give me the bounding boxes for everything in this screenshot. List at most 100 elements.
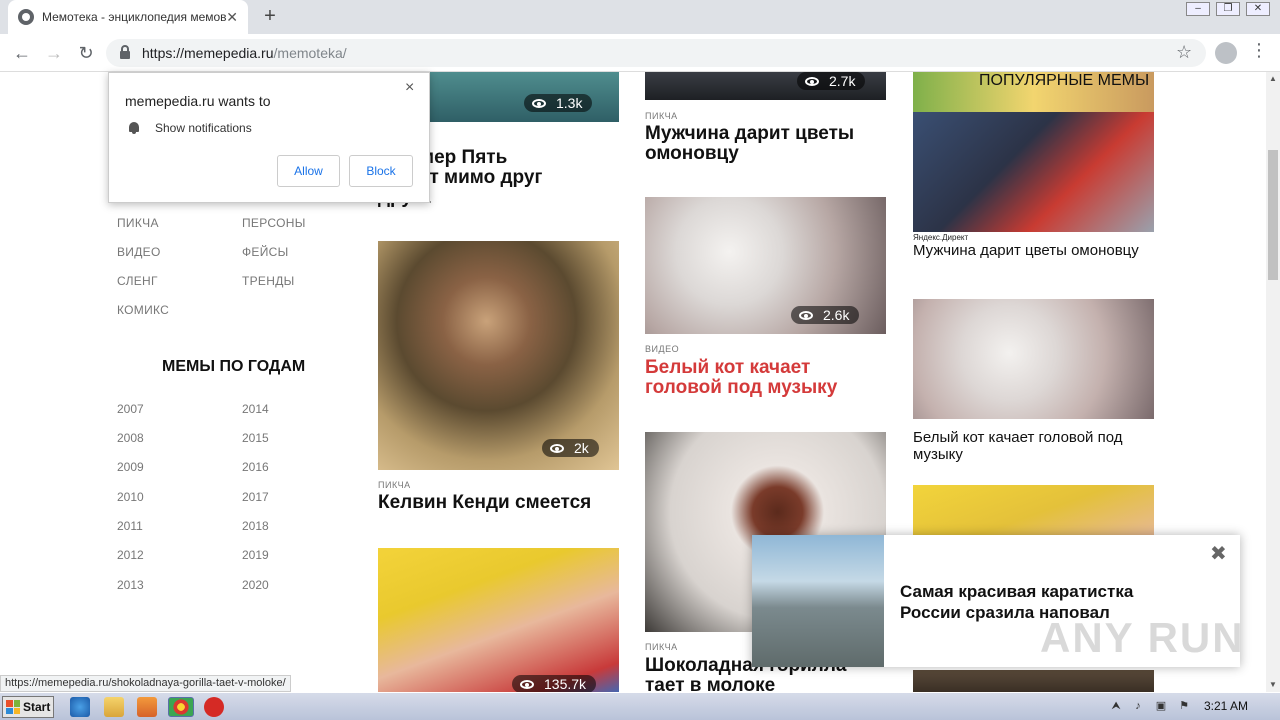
year-link[interactable]: 2019	[242, 548, 269, 562]
scroll-down-arrow-icon[interactable]: ▼	[1266, 678, 1280, 692]
popular-banner-image[interactable]: ПОПУЛЯРНЫЕ МЕМЫ	[913, 72, 1154, 112]
tab-strip: Мемотека - энциклопедия мемов ✕ + – ❐ ✕	[0, 0, 1280, 34]
opera-icon[interactable]	[204, 697, 224, 717]
status-bar-url: https://memepedia.ru/shokoladnaya-gorill…	[0, 675, 291, 692]
years-section-title: МЕМЫ ПО ГОДАМ	[162, 358, 306, 375]
meme-title[interactable]: Келвин Кенди смеется	[378, 493, 619, 513]
anyrun-watermark: ANY RUN	[1040, 614, 1245, 661]
folder-icon[interactable]	[104, 697, 124, 717]
year-link[interactable]: 2011	[117, 519, 143, 533]
meme-thumbnail[interactable]: 2.7k	[645, 72, 886, 100]
maximize-button[interactable]: ❐	[1216, 2, 1240, 16]
views-badge: 135.7k	[512, 675, 597, 692]
volume-icon[interactable]: ♪	[1132, 700, 1144, 712]
ie-icon[interactable]	[70, 697, 90, 717]
meme-thumbnail[interactable]	[913, 670, 1154, 692]
year-link[interactable]: 2014	[242, 402, 269, 416]
url-path: /memoteka/	[273, 45, 347, 61]
views-badge: 2.6k	[791, 306, 860, 324]
scroll-up-arrow-icon[interactable]: ▲	[1266, 72, 1280, 86]
eye-icon	[520, 679, 534, 689]
browser-tab[interactable]: Мемотека - энциклопедия мемов ✕	[8, 0, 248, 34]
permission-message: Show notifications	[155, 121, 252, 135]
forward-arrow-icon[interactable]: →	[42, 41, 66, 65]
chrome-icon[interactable]	[168, 697, 194, 717]
new-tab-button[interactable]: +	[258, 4, 282, 28]
windows-logo-icon	[6, 700, 20, 714]
year-link[interactable]: 2016	[242, 460, 269, 474]
page-scrollbar[interactable]: ▲ ▼	[1266, 72, 1280, 692]
media-player-icon[interactable]	[137, 697, 157, 717]
flag-icon[interactable]: ⚑	[1178, 700, 1190, 712]
sidebar-link-slang[interactable]: СЛЕНГ	[117, 274, 158, 288]
tray-expand-icon[interactable]: ⮝	[1110, 700, 1122, 712]
address-bar[interactable]: https://memepedia.ru/memoteka/	[106, 39, 1206, 67]
tab-close-icon[interactable]: ✕	[226, 9, 238, 26]
yandex-direct-label: Яндекс.Директ	[913, 233, 969, 242]
meme-thumbnail[interactable]: 135.7k	[378, 548, 619, 692]
views-badge: 2k	[542, 439, 599, 457]
year-link[interactable]: 2012	[117, 548, 144, 562]
year-link[interactable]: 2007	[117, 402, 144, 416]
start-button[interactable]: Start	[2, 696, 54, 718]
profile-avatar[interactable]	[1215, 42, 1237, 64]
window-controls: – ❐ ✕	[1186, 2, 1270, 16]
taskbar-clock[interactable]: 3:21 AM	[1204, 699, 1248, 713]
eye-icon	[799, 310, 813, 320]
meme-thumbnail[interactable]: 2k	[378, 241, 619, 470]
menu-kebab-icon[interactable]: ⋮	[1250, 40, 1268, 61]
eye-icon	[532, 98, 546, 108]
browser-toolbar: ← → ↻ https://memepedia.ru/memoteka/ ☆ ⋮	[0, 34, 1280, 72]
meme-category[interactable]: ПИКЧА	[378, 480, 411, 490]
sidebar-link-comics[interactable]: КОМИКС	[117, 303, 169, 317]
views-badge: 1.3k	[524, 94, 593, 112]
year-link[interactable]: 2009	[117, 460, 144, 474]
meme-category[interactable]: ПИКЧА	[645, 111, 678, 121]
year-link[interactable]: 2013	[117, 578, 144, 592]
sidebar-link-persons[interactable]: ПЕРСОНЫ	[242, 216, 306, 230]
sidebar-link-faces[interactable]: ФЕЙСЫ	[242, 245, 289, 259]
meme-category[interactable]: ПИКЧА	[645, 642, 678, 652]
year-link[interactable]: 2010	[117, 490, 144, 504]
ad-close-icon[interactable]: ✖	[1210, 541, 1227, 566]
bookmark-star-icon[interactable]: ☆	[1176, 42, 1192, 63]
year-link[interactable]: 2020	[242, 578, 269, 592]
eye-icon	[550, 443, 564, 453]
windows-taskbar: Start ⮝ ♪ ▣ ⚑ 3:21 AM	[0, 692, 1280, 720]
year-link[interactable]: 2017	[242, 490, 269, 504]
bell-icon	[129, 122, 139, 134]
views-badge: 2.7k	[797, 72, 866, 90]
scroll-thumb[interactable]	[1268, 150, 1278, 280]
site-favicon-icon	[18, 9, 34, 25]
tab-title: Мемотека - энциклопедия мемов	[42, 10, 227, 24]
minimize-button[interactable]: –	[1186, 2, 1210, 16]
popular-memes-label: ПОПУЛЯРНЫЕ МЕМЫ	[979, 72, 1150, 89]
url-host: https://memepedia.ru	[142, 45, 274, 61]
lock-icon	[120, 45, 130, 59]
network-icon[interactable]: ▣	[1155, 700, 1167, 712]
back-arrow-icon[interactable]: ←	[10, 41, 34, 65]
year-link[interactable]: 2018	[242, 519, 269, 533]
meme-thumbnail[interactable]	[913, 112, 1154, 232]
meme-title[interactable]: Белый кот качает головой под музыку	[645, 358, 886, 398]
popular-meme-title[interactable]: Белый кот качает головой под музыку	[913, 429, 1154, 463]
meme-thumbnail[interactable]	[913, 299, 1154, 419]
reload-icon[interactable]: ↻	[74, 41, 98, 65]
close-icon[interactable]: ×	[405, 79, 414, 97]
block-button[interactable]: Block	[349, 155, 413, 187]
sidebar-link-picture[interactable]: ПИКЧА	[117, 216, 159, 230]
eye-icon	[805, 76, 819, 86]
notification-permission-popup: memepedia.ru wants to × Show notificatio…	[108, 72, 430, 203]
ad-image[interactable]	[752, 535, 884, 667]
sidebar-link-video[interactable]: ВИДЕО	[117, 245, 161, 259]
meme-category[interactable]: ВИДЕО	[645, 344, 679, 354]
meme-title[interactable]: Мужчина дарит цветы омоновцу	[645, 124, 886, 164]
sidebar-link-trends[interactable]: ТРЕНДЫ	[242, 274, 295, 288]
popular-meme-title[interactable]: Мужчина дарит цветы омоновцу	[913, 242, 1154, 259]
year-link[interactable]: 2008	[117, 431, 144, 445]
close-window-button[interactable]: ✕	[1246, 2, 1270, 16]
allow-button[interactable]: Allow	[277, 155, 340, 187]
year-link[interactable]: 2015	[242, 431, 269, 445]
meme-thumbnail[interactable]: 2.6k	[645, 197, 886, 334]
permission-title: memepedia.ru wants to	[125, 93, 271, 109]
